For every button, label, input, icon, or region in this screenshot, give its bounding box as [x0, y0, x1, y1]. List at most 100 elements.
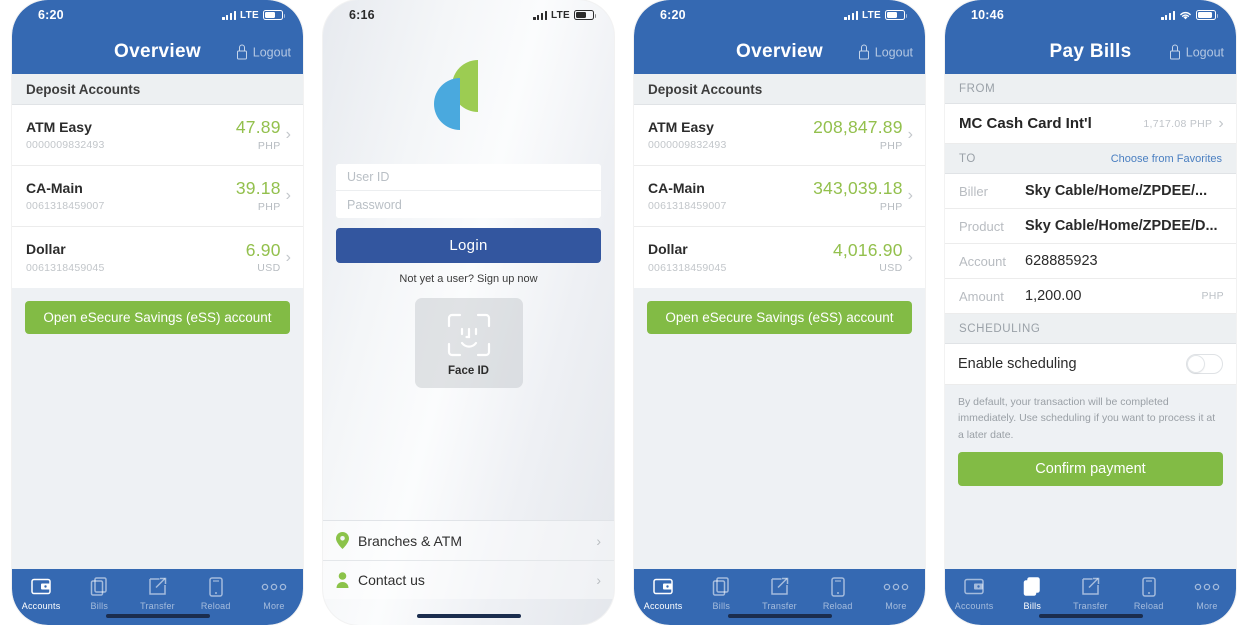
status-bar: 6:20 LTE [12, 0, 303, 30]
password-input[interactable]: Password [336, 191, 601, 218]
tab-label: Bills [90, 601, 109, 611]
tab-transfer[interactable]: Transfer [750, 576, 808, 611]
to-label: TO [959, 153, 976, 165]
account-row[interactable]: Dollar 0061318459045 6.90 USD › [12, 227, 303, 288]
account-row[interactable]: ATM Easy 0000009832493 47.89 PHP › [12, 105, 303, 166]
logout-button[interactable]: Logout [236, 44, 291, 60]
field-label: Account [959, 253, 1006, 269]
chevron-right-icon: › [907, 126, 913, 143]
person-icon [336, 572, 358, 588]
tab-bills[interactable]: Bills [692, 576, 750, 611]
login-fields-group: User ID Password [336, 164, 601, 218]
lock-icon [236, 44, 248, 60]
tab-more[interactable]: More [245, 576, 303, 611]
account-currency: USD [257, 262, 281, 275]
tab-reload[interactable]: Reload [809, 576, 867, 611]
account-row[interactable]: ATM Easy 0000009832493 208,847.89 PHP › [634, 105, 925, 166]
tab-reload[interactable]: Reload [1120, 576, 1178, 611]
confirm-payment-button[interactable]: Confirm payment [958, 451, 1223, 486]
bank-s-logo [433, 56, 505, 134]
status-time: 6:16 [349, 8, 375, 22]
tab-reload[interactable]: Reload [187, 576, 245, 611]
amount-currency: PHP [1201, 290, 1224, 302]
tab-accounts[interactable]: Accounts [634, 576, 692, 611]
login-links: Branches & ATM › Contact us › [323, 520, 614, 599]
signup-link[interactable]: Not yet a user? Sign up now [323, 273, 614, 285]
phone-screen-login: 6:16 LTE User ID Password Login Not yet … [323, 0, 614, 625]
logout-button[interactable]: Logout [858, 44, 913, 60]
nav-bar: Overview Logout [634, 30, 925, 74]
tab-label: More [263, 601, 285, 611]
account-row[interactable]: Dollar 0061318459045 4,016.90 USD › [634, 227, 925, 288]
account-balance: 208,847.89 [813, 117, 903, 138]
open-ess-account-button[interactable]: Open eSecure Savings (eSS) account [25, 301, 290, 334]
home-indicator [416, 614, 521, 618]
account-number: 0061318459045 [648, 261, 727, 274]
tab-more[interactable]: More [867, 576, 925, 611]
enable-scheduling-label: Enable scheduling [958, 356, 1077, 372]
tab-bills[interactable]: Bills [70, 576, 128, 611]
tab-accounts[interactable]: Accounts [945, 576, 1003, 611]
choose-from-favorites-link[interactable]: Choose from Favorites [1111, 153, 1222, 165]
logout-button[interactable]: Logout [1169, 44, 1224, 60]
from-account-row[interactable]: MC Cash Card Int'l 1,717.08 PHP › [945, 104, 1236, 144]
contact-us-link[interactable]: Contact us › [323, 561, 614, 599]
status-bar: 6:16 LTE [323, 0, 614, 30]
account-row[interactable]: CA-Main 0061318459007 343,039.18 PHP › [634, 166, 925, 227]
field-value: Sky Cable/Home/ZPDEE/D... [1025, 218, 1218, 234]
wallet-icon [964, 576, 984, 597]
nav-bar: Pay Bills Logout [945, 30, 1236, 74]
enable-scheduling-row[interactable]: Enable scheduling [945, 344, 1236, 385]
signal-bars-icon [844, 10, 858, 20]
phone-icon [830, 576, 845, 597]
link-label: Branches & ATM [358, 532, 463, 549]
tab-label: Accounts [643, 601, 683, 611]
account-row[interactable]: Account 628885923 [945, 244, 1236, 279]
face-id-button[interactable]: Face ID [414, 298, 523, 388]
chevron-right-icon: › [907, 187, 913, 204]
tab-label: More [885, 601, 907, 611]
status-bar: 10:46 [945, 0, 1236, 30]
battery-icon [574, 10, 597, 20]
documents-icon [712, 576, 730, 597]
branches-atm-link[interactable]: Branches & ATM › [323, 521, 614, 561]
tab-accounts[interactable]: Accounts [12, 576, 70, 611]
battery-icon [885, 10, 908, 20]
tab-bills[interactable]: Bills [1003, 576, 1061, 611]
app-screenshot-gallery: 6:20 LTE Overview Logout Deposit Account… [0, 0, 1245, 625]
account-number: 0000009832493 [26, 139, 105, 152]
account-name: CA-Main [26, 179, 83, 196]
tab-more[interactable]: More [1178, 576, 1236, 611]
battery-icon [1196, 10, 1219, 20]
login-button[interactable]: Login [336, 228, 601, 263]
section-header-deposit-accounts: Deposit Accounts [634, 74, 925, 105]
signal-bars-icon [1161, 10, 1175, 20]
account-row[interactable]: CA-Main 0061318459007 39.18 PHP › [12, 166, 303, 227]
map-pin-icon [336, 532, 358, 549]
tab-label: Transfer [762, 601, 797, 611]
user-id-input[interactable]: User ID [336, 164, 601, 191]
from-account-name: MC Cash Card Int'l [959, 115, 1092, 132]
account-balance: 6.90 [245, 239, 281, 260]
network-label: LTE [861, 9, 881, 21]
tab-transfer[interactable]: Transfer [128, 576, 186, 611]
amount-row[interactable]: Amount 1,200.00 PHP [945, 279, 1236, 314]
account-number: 0061318459007 [648, 200, 727, 213]
logout-label: Logout [252, 45, 291, 59]
wifi-icon [1179, 10, 1192, 20]
biller-row[interactable]: Biller Sky Cable/Home/ZPDEE/... [945, 174, 1236, 209]
phone-screen-pay-bills: 10:46 Pay Bills Logout FROM MC Cash Card… [945, 0, 1236, 625]
open-ess-account-button[interactable]: Open eSecure Savings (eSS) account [647, 301, 912, 334]
enable-scheduling-toggle[interactable] [1186, 354, 1223, 374]
tab-transfer[interactable]: Transfer [1061, 576, 1119, 611]
network-label: LTE [550, 9, 570, 21]
account-name: CA-Main [648, 179, 705, 196]
logout-label: Logout [1185, 45, 1224, 59]
battery-icon [263, 10, 286, 20]
product-row[interactable]: Product Sky Cable/Home/ZPDEE/D... [945, 209, 1236, 244]
tab-label: Bills [712, 601, 731, 611]
account-currency: PHP [257, 139, 281, 152]
account-balance: 343,039.18 [813, 178, 903, 199]
status-time: 6:20 [660, 8, 686, 22]
status-time: 10:46 [971, 8, 1004, 22]
